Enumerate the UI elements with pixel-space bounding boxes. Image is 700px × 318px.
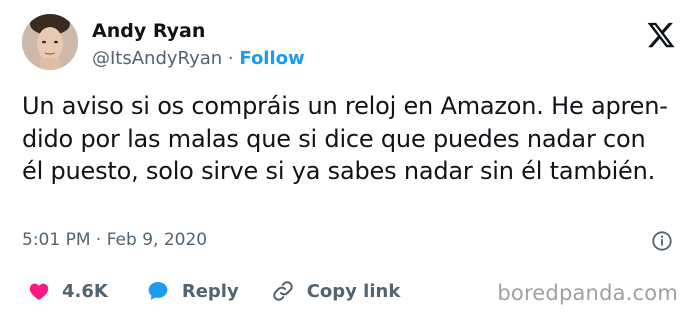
- copy-link-label: Copy link: [306, 280, 401, 302]
- author-name[interactable]: Andy Ryan: [92, 20, 205, 42]
- info-icon[interactable]: [651, 230, 673, 252]
- tweet-timestamp[interactable]: 5:01 PM · Feb 9, 2020: [22, 230, 207, 250]
- heart-icon: [29, 283, 49, 300]
- like-count: 4.6K: [62, 280, 108, 302]
- watermark: boredpanda.com: [497, 281, 678, 305]
- link-icon: [272, 281, 293, 301]
- author-handle-row: @ItsAndyRyan · Follow: [92, 48, 305, 69]
- like-button[interactable]: 4.6K: [28, 280, 108, 302]
- tweet-text: Un aviso si os compráis un reloj en Amaz…: [22, 90, 682, 188]
- tweet-actions: 4.6K Reply Copy link: [28, 278, 432, 304]
- x-logo-icon[interactable]: [646, 20, 676, 50]
- tweet-text-line: él puesto, solo sirve si ya sabes nadar …: [22, 157, 656, 185]
- tweet-text-line: dido por las malas que si dice que puede…: [22, 124, 646, 153]
- author-handle[interactable]: @ItsAndyRyan: [92, 48, 222, 69]
- reply-label: Reply: [181, 280, 239, 302]
- tweet-text-line: Un aviso si os compráis un reloj en Amaz…: [22, 92, 668, 120]
- follow-button[interactable]: Follow: [239, 48, 304, 69]
- copy-link-button[interactable]: Copy link: [271, 279, 401, 303]
- reply-bubble-icon: [148, 282, 168, 300]
- avatar-image: [22, 14, 78, 70]
- reply-button[interactable]: Reply: [146, 279, 239, 303]
- avatar[interactable]: [22, 14, 78, 70]
- separator-dot: ·: [227, 48, 234, 69]
